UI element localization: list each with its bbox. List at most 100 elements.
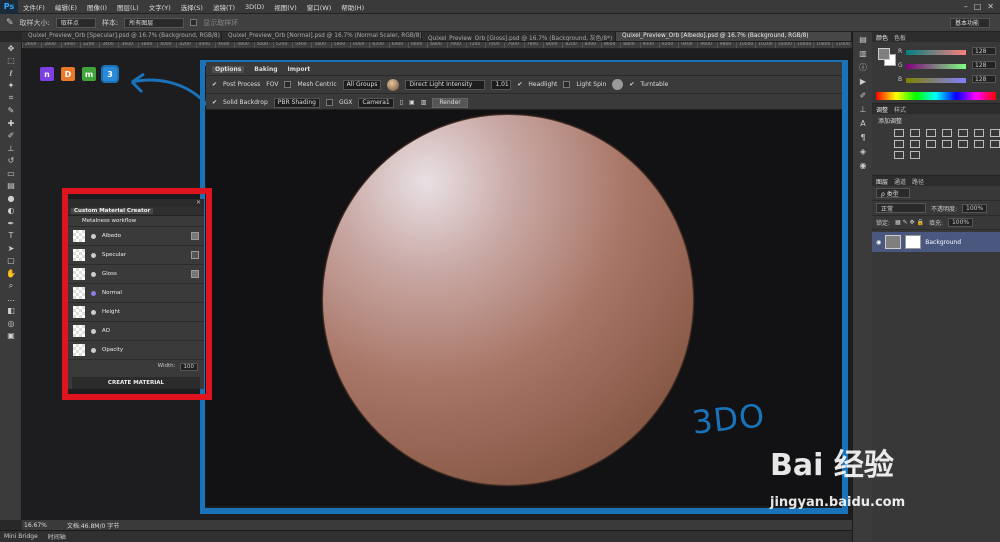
- opacity-input[interactable]: 100%: [962, 203, 988, 213]
- 3d-preview-viewport[interactable]: [206, 110, 842, 506]
- show-ring-checkbox[interactable]: [190, 19, 198, 26]
- screen-mode-icon[interactable]: ▣: [0, 330, 22, 343]
- gradient-tool-icon[interactable]: ▤: [0, 180, 22, 193]
- ndo-badge-icon[interactable]: n: [40, 67, 54, 81]
- tab-baking[interactable]: Baking: [254, 66, 277, 73]
- color-wheel-icon[interactable]: ◉: [853, 158, 873, 172]
- brush-panel-icon[interactable]: ✐: [853, 88, 873, 102]
- character-icon[interactable]: A: [853, 116, 873, 130]
- b-slider[interactable]: [906, 78, 966, 83]
- r-slider[interactable]: [906, 50, 966, 55]
- albedo-eye-icon[interactable]: [91, 233, 96, 239]
- channel-row-height[interactable]: Height: [68, 303, 204, 322]
- clone-source-icon[interactable]: ⊥: [853, 102, 873, 116]
- eyedropper-tool-icon[interactable]: ✎: [0, 105, 22, 118]
- turntable-check-icon[interactable]: ✔: [629, 81, 634, 88]
- tab-paths[interactable]: 路径: [912, 177, 924, 186]
- marquee-tool-icon[interactable]: ⬚: [0, 55, 22, 68]
- type-tool-icon[interactable]: T: [0, 230, 22, 243]
- shape-tool-icon[interactable]: ▢: [0, 255, 22, 268]
- menu-help[interactable]: 帮助(H): [336, 2, 369, 12]
- hue-icon[interactable]: [974, 129, 984, 137]
- minimize-icon[interactable]: –: [964, 2, 968, 11]
- b-value[interactable]: 128: [972, 75, 996, 83]
- create-material-button[interactable]: CREATE MATERIAL: [72, 377, 200, 389]
- tab-swatches[interactable]: 色板: [894, 33, 906, 42]
- channel-row-opacity[interactable]: Opacity: [68, 341, 204, 360]
- gloss-swatch[interactable]: [191, 270, 199, 278]
- blend-mode-select[interactable]: 正常: [876, 203, 926, 213]
- render-button[interactable]: Render: [432, 97, 468, 108]
- shading-select[interactable]: PBR Shading: [273, 97, 320, 108]
- menu-image[interactable]: 图像(I): [82, 2, 112, 12]
- properties-icon[interactable]: ▥: [853, 46, 873, 60]
- menu-type[interactable]: 文字(Y): [144, 2, 176, 12]
- exposure-icon[interactable]: [942, 129, 952, 137]
- posterize-icon[interactable]: [974, 140, 984, 148]
- sample-size-select[interactable]: 取样点: [55, 17, 96, 28]
- post-process-label[interactable]: Post Process: [223, 81, 260, 88]
- gloss-thumbnail[interactable]: [73, 268, 85, 280]
- channel-row-specular[interactable]: Specular: [68, 246, 204, 265]
- quick-select-tool-icon[interactable]: ✦: [0, 80, 22, 93]
- bw-icon[interactable]: [894, 140, 904, 148]
- move-tool-icon[interactable]: ✥: [0, 42, 22, 55]
- layer-row-background[interactable]: ◉ Background: [872, 232, 1000, 252]
- close-icon[interactable]: ✕: [987, 2, 994, 11]
- channel-row-albedo[interactable]: Albedo: [68, 227, 204, 246]
- foreground-background-icon[interactable]: ◧: [0, 305, 22, 318]
- eyedropper-icon[interactable]: ✎: [6, 18, 14, 28]
- levels-icon[interactable]: [910, 129, 920, 137]
- gloss-eye-icon[interactable]: [91, 271, 96, 277]
- light-intensity-value[interactable]: 1.01: [491, 79, 512, 90]
- tab-color[interactable]: 颜色: [876, 33, 888, 42]
- hand-tool-icon[interactable]: ✋: [0, 267, 22, 280]
- normal-eye-icon[interactable]: [91, 290, 96, 296]
- zoom-level[interactable]: 16.67%: [24, 522, 47, 529]
- lookup-icon[interactable]: [942, 140, 952, 148]
- vibrance-icon[interactable]: [958, 129, 968, 137]
- layer-mask-thumbnail[interactable]: [905, 235, 922, 249]
- mdo-badge-icon[interactable]: m: [82, 67, 96, 81]
- camera-select[interactable]: Camera1: [358, 97, 394, 108]
- gradient-map-icon[interactable]: [894, 151, 904, 159]
- stamp-tool-icon[interactable]: ⊥: [0, 142, 22, 155]
- fov-label[interactable]: FOV: [266, 81, 278, 88]
- height-thumbnail[interactable]: [73, 306, 85, 318]
- more-tools-icon[interactable]: …: [0, 292, 22, 305]
- solid-backdrop-check-icon[interactable]: ✔: [212, 99, 217, 106]
- post-process-check-icon[interactable]: ✔: [212, 81, 217, 88]
- menu-layer[interactable]: 图层(L): [112, 2, 144, 12]
- tab-albedo[interactable]: Quixel_Preview_Orb [Albedo].psd @ 16.7% …: [616, 32, 852, 41]
- tab-layers[interactable]: 图层: [876, 177, 888, 186]
- sample-select[interactable]: 所有图层: [124, 17, 185, 28]
- height-eye-icon[interactable]: [91, 309, 96, 315]
- brush-tool-icon[interactable]: ✐: [0, 130, 22, 143]
- cmc-workflow-label[interactable]: Metalness workflow: [68, 216, 204, 227]
- menu-select[interactable]: 选择(S): [176, 2, 208, 12]
- headlight-check-icon[interactable]: ✔: [517, 81, 522, 88]
- hdri-sphere-icon[interactable]: [387, 78, 400, 91]
- menu-3d[interactable]: 3D(D): [240, 3, 269, 11]
- tab-channels[interactable]: 通道: [894, 177, 906, 186]
- r-value[interactable]: 128: [972, 47, 996, 55]
- 3d-panel-icon[interactable]: ◈: [853, 144, 873, 158]
- history-icon[interactable]: ▤: [853, 32, 873, 46]
- tab-adjustments[interactable]: 调整: [876, 105, 888, 114]
- groups-select[interactable]: All Groups: [342, 79, 382, 90]
- menu-view[interactable]: 视图(V): [269, 2, 302, 12]
- menu-window[interactable]: 窗口(W): [302, 2, 337, 12]
- menu-file[interactable]: 文件(F): [18, 2, 50, 12]
- layer-kind-select[interactable]: ρ 类型: [876, 188, 910, 198]
- tab-mini-bridge[interactable]: Mini Bridge: [4, 533, 38, 540]
- width-input[interactable]: 100: [179, 363, 198, 371]
- turntable-sphere-icon[interactable]: [612, 79, 624, 90]
- tab-import[interactable]: Import: [288, 66, 311, 73]
- channel-mixer-icon[interactable]: [926, 140, 936, 148]
- tab-specular[interactable]: Quixel_Preview_Orb [Specular].psd @ 16.7…: [22, 32, 222, 41]
- ao-thumbnail[interactable]: [73, 325, 85, 337]
- foreground-color-swatch[interactable]: [878, 48, 890, 60]
- blur-tool-icon[interactable]: ●: [0, 192, 22, 205]
- color-spectrum[interactable]: [876, 92, 996, 100]
- zoom-tool-icon[interactable]: ⌕: [0, 280, 22, 293]
